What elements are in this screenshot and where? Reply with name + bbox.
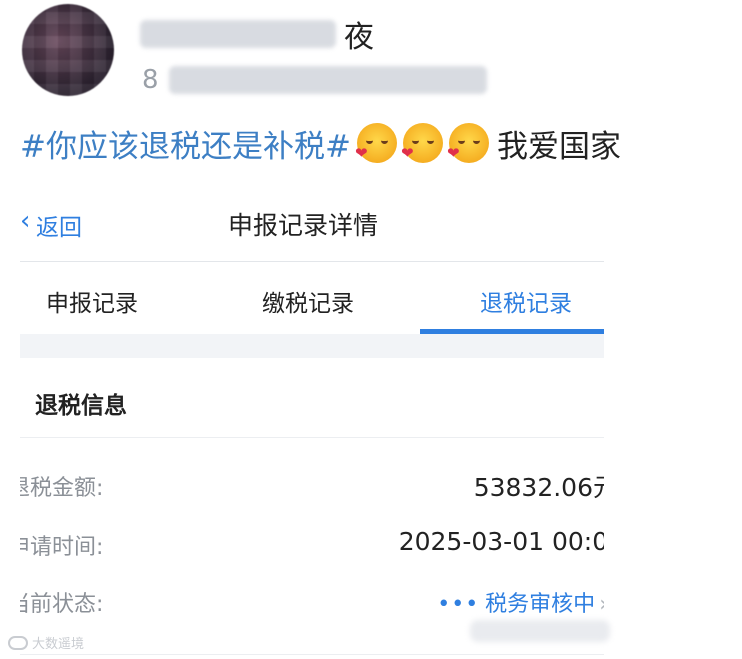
blurred-meta <box>168 66 487 94</box>
status-text: 税务审核中 <box>485 592 596 617</box>
current-status-row[interactable]: 当前状态: •••税务审核中› <box>20 582 604 622</box>
post-text: #你应该退税还是补税# ❤ ❤ ❤ 我爱国家 <box>20 118 621 168</box>
refund-amount-value: 53832.06元 <box>473 473 604 502</box>
record-tabs: 申报记录 缴税记录 退税记录 <box>20 268 604 334</box>
avatar[interactable] <box>22 4 114 96</box>
divider <box>20 654 604 655</box>
post-text-tail: 我爱国家 <box>496 128 621 165</box>
chevron-right-icon: › <box>599 592 604 617</box>
username-visible: 夜 <box>344 20 374 55</box>
refund-amount-row: 退税金额: 53832.06元 <box>20 466 604 506</box>
blushing-emoji-icon: ❤ <box>355 123 397 163</box>
divider <box>20 261 604 262</box>
blurred-region <box>470 620 610 642</box>
apply-time-label: 申请时间: <box>20 535 104 560</box>
tab-refund-records[interactable]: 退税记录 <box>480 284 572 318</box>
blurred-username <box>140 20 336 48</box>
blushing-emoji-icon: ❤ <box>447 123 489 163</box>
watermark-text: 大数遥境 <box>32 637 85 652</box>
username[interactable]: 夜 <box>140 12 374 56</box>
post-meta: 8 <box>142 62 487 98</box>
current-status-label: 当前状态: <box>20 592 104 617</box>
apply-time-row: 申请时间: 2025-03-01 00:08 <box>20 525 604 565</box>
status-dots-icon: ••• <box>437 592 480 617</box>
tab-declaration-records[interactable]: 申报记录 <box>46 284 138 318</box>
meta-digit: 8 <box>142 65 159 95</box>
watermark: 大数遥境 <box>8 633 84 652</box>
navigation-bar: ‹ 返回 申报记录详情 <box>20 196 604 252</box>
hashtag-link[interactable]: #你应该退税还是补税# <box>20 121 351 166</box>
apply-time-value: 2025-03-01 00:08 <box>398 527 604 556</box>
watermark-logo-icon <box>8 635 28 650</box>
tab-payment-records[interactable]: 缴税记录 <box>262 284 354 318</box>
current-status-value[interactable]: •••税务审核中› <box>437 586 604 618</box>
section-spacer <box>20 334 604 358</box>
page-title: 申报记录详情 <box>228 211 379 240</box>
section-title: 退税信息 <box>35 393 127 419</box>
refund-amount-label: 退税金额: <box>20 476 104 501</box>
back-chevron-icon[interactable]: ‹ <box>20 208 30 234</box>
divider <box>20 437 604 438</box>
back-button[interactable]: 返回 <box>36 208 82 242</box>
blushing-emoji-icon: ❤ <box>401 123 443 163</box>
